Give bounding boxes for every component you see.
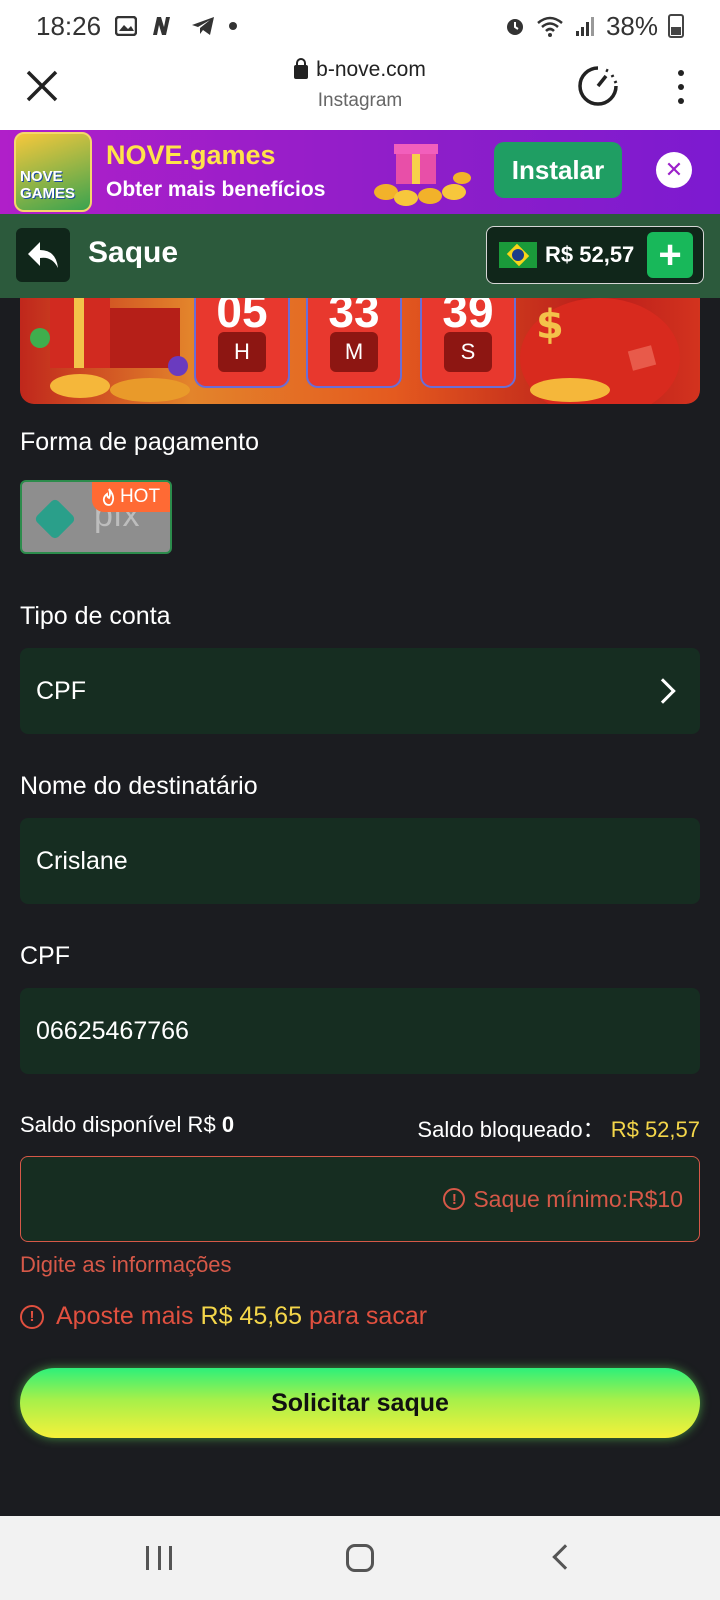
recipient-name-value: Crislane xyxy=(36,846,128,875)
available-balance: Saldo disponível R$ 0 xyxy=(20,1112,235,1137)
promo-subtitle: Obter mais benefícios xyxy=(106,178,326,201)
install-button[interactable]: Instalar xyxy=(494,142,622,198)
countdown-minutes: 33 M xyxy=(306,298,402,388)
account-type-value: CPF xyxy=(36,676,86,705)
validation-error: Digite as informações xyxy=(20,1252,232,1277)
battery-icon xyxy=(668,14,684,38)
promo-countdown-banner: $ 05 H 33 M 39 S xyxy=(20,298,700,404)
hot-badge: HOT xyxy=(92,482,170,512)
notification-dot-icon xyxy=(229,22,238,30)
status-bar: 18:26 38% xyxy=(0,0,720,52)
home-icon[interactable] xyxy=(346,1544,374,1572)
status-time: 18:26 xyxy=(36,10,102,41)
android-nav-bar xyxy=(0,1516,720,1600)
available-balance-value: 0 xyxy=(221,1112,235,1137)
money-bag-decoration: $ xyxy=(520,298,680,404)
app-n-icon xyxy=(153,17,171,35)
back-button[interactable] xyxy=(16,228,70,282)
chevron-right-icon xyxy=(650,678,676,704)
min-withdraw-hint: Saque mínimo:R$10 xyxy=(473,1185,683,1212)
account-type-label: Tipo de conta xyxy=(20,602,171,630)
cpf-field[interactable]: 06625467766 xyxy=(20,988,700,1074)
page-title: Saque xyxy=(88,236,179,269)
battery-percent: 38% xyxy=(605,10,658,41)
bet-requirement-message: ! Aposte mais R$ 45,65 para sacar xyxy=(20,1302,427,1331)
gallery-icon xyxy=(115,16,138,36)
install-promo-banner: NOVE GAMES NOVE.games Obter mais benefíc… xyxy=(0,130,720,214)
deposit-plus-button[interactable]: + xyxy=(647,232,693,278)
balance-amount: R$ 52,57 xyxy=(545,242,635,267)
pix-logo-icon xyxy=(33,497,77,541)
cpf-value: 06625467766 xyxy=(36,1016,189,1045)
fire-icon xyxy=(102,488,114,506)
nove-games-logo: NOVE GAMES xyxy=(14,132,92,212)
warning-icon: ! xyxy=(443,1188,466,1210)
countdown-seconds: 39 S xyxy=(420,298,516,388)
request-withdraw-button[interactable]: Solicitar saque xyxy=(20,1368,700,1438)
withdraw-amount-input[interactable]: ! Saque mínimo:R$10 xyxy=(20,1156,700,1242)
blocked-balance-value: R$ 52,57 xyxy=(610,1117,700,1142)
url-text: b-nove.com xyxy=(316,58,426,81)
brazil-flag-icon xyxy=(499,242,537,268)
payment-option-pix[interactable]: pix HOT xyxy=(20,480,172,554)
lock-icon xyxy=(294,58,309,79)
back-nav-icon[interactable] xyxy=(552,1544,578,1570)
telegram-icon xyxy=(192,17,215,35)
svg-text:$: $ xyxy=(536,302,564,348)
gift-coins-icon xyxy=(374,144,471,206)
promo-title: NOVE.games xyxy=(106,140,276,170)
app-header: Saque R$ 52,57 + xyxy=(0,214,720,298)
gift-boxes-decoration xyxy=(30,298,190,402)
blocked-balance: Saldo bloqueado： R$ 52,57 xyxy=(417,1117,700,1142)
balance-widget: R$ 52,57 + xyxy=(486,226,704,284)
recipient-name-field[interactable]: Crislane xyxy=(20,818,700,904)
close-promo-icon[interactable]: ✕ xyxy=(656,152,692,188)
browser-toolbar: b-nove.com Instagram xyxy=(0,52,720,130)
wifi-icon xyxy=(537,16,563,37)
bet-requirement-amount: R$ 45,65 xyxy=(200,1302,302,1330)
back-arrow-icon xyxy=(28,242,58,268)
recent-apps-icon[interactable] xyxy=(146,1546,172,1570)
cpf-label: CPF xyxy=(20,942,70,970)
speedometer-icon[interactable] xyxy=(576,64,620,108)
signal-icon xyxy=(575,17,594,36)
more-options-icon[interactable] xyxy=(676,70,686,104)
payment-method-label: Forma de pagamento xyxy=(20,428,260,456)
countdown-hours: 05 H xyxy=(194,298,290,388)
recipient-name-label: Nome do destinatário xyxy=(20,772,258,800)
account-type-select[interactable]: CPF xyxy=(20,648,700,734)
warning-icon: ! xyxy=(20,1304,44,1329)
alarm-icon xyxy=(506,19,523,35)
